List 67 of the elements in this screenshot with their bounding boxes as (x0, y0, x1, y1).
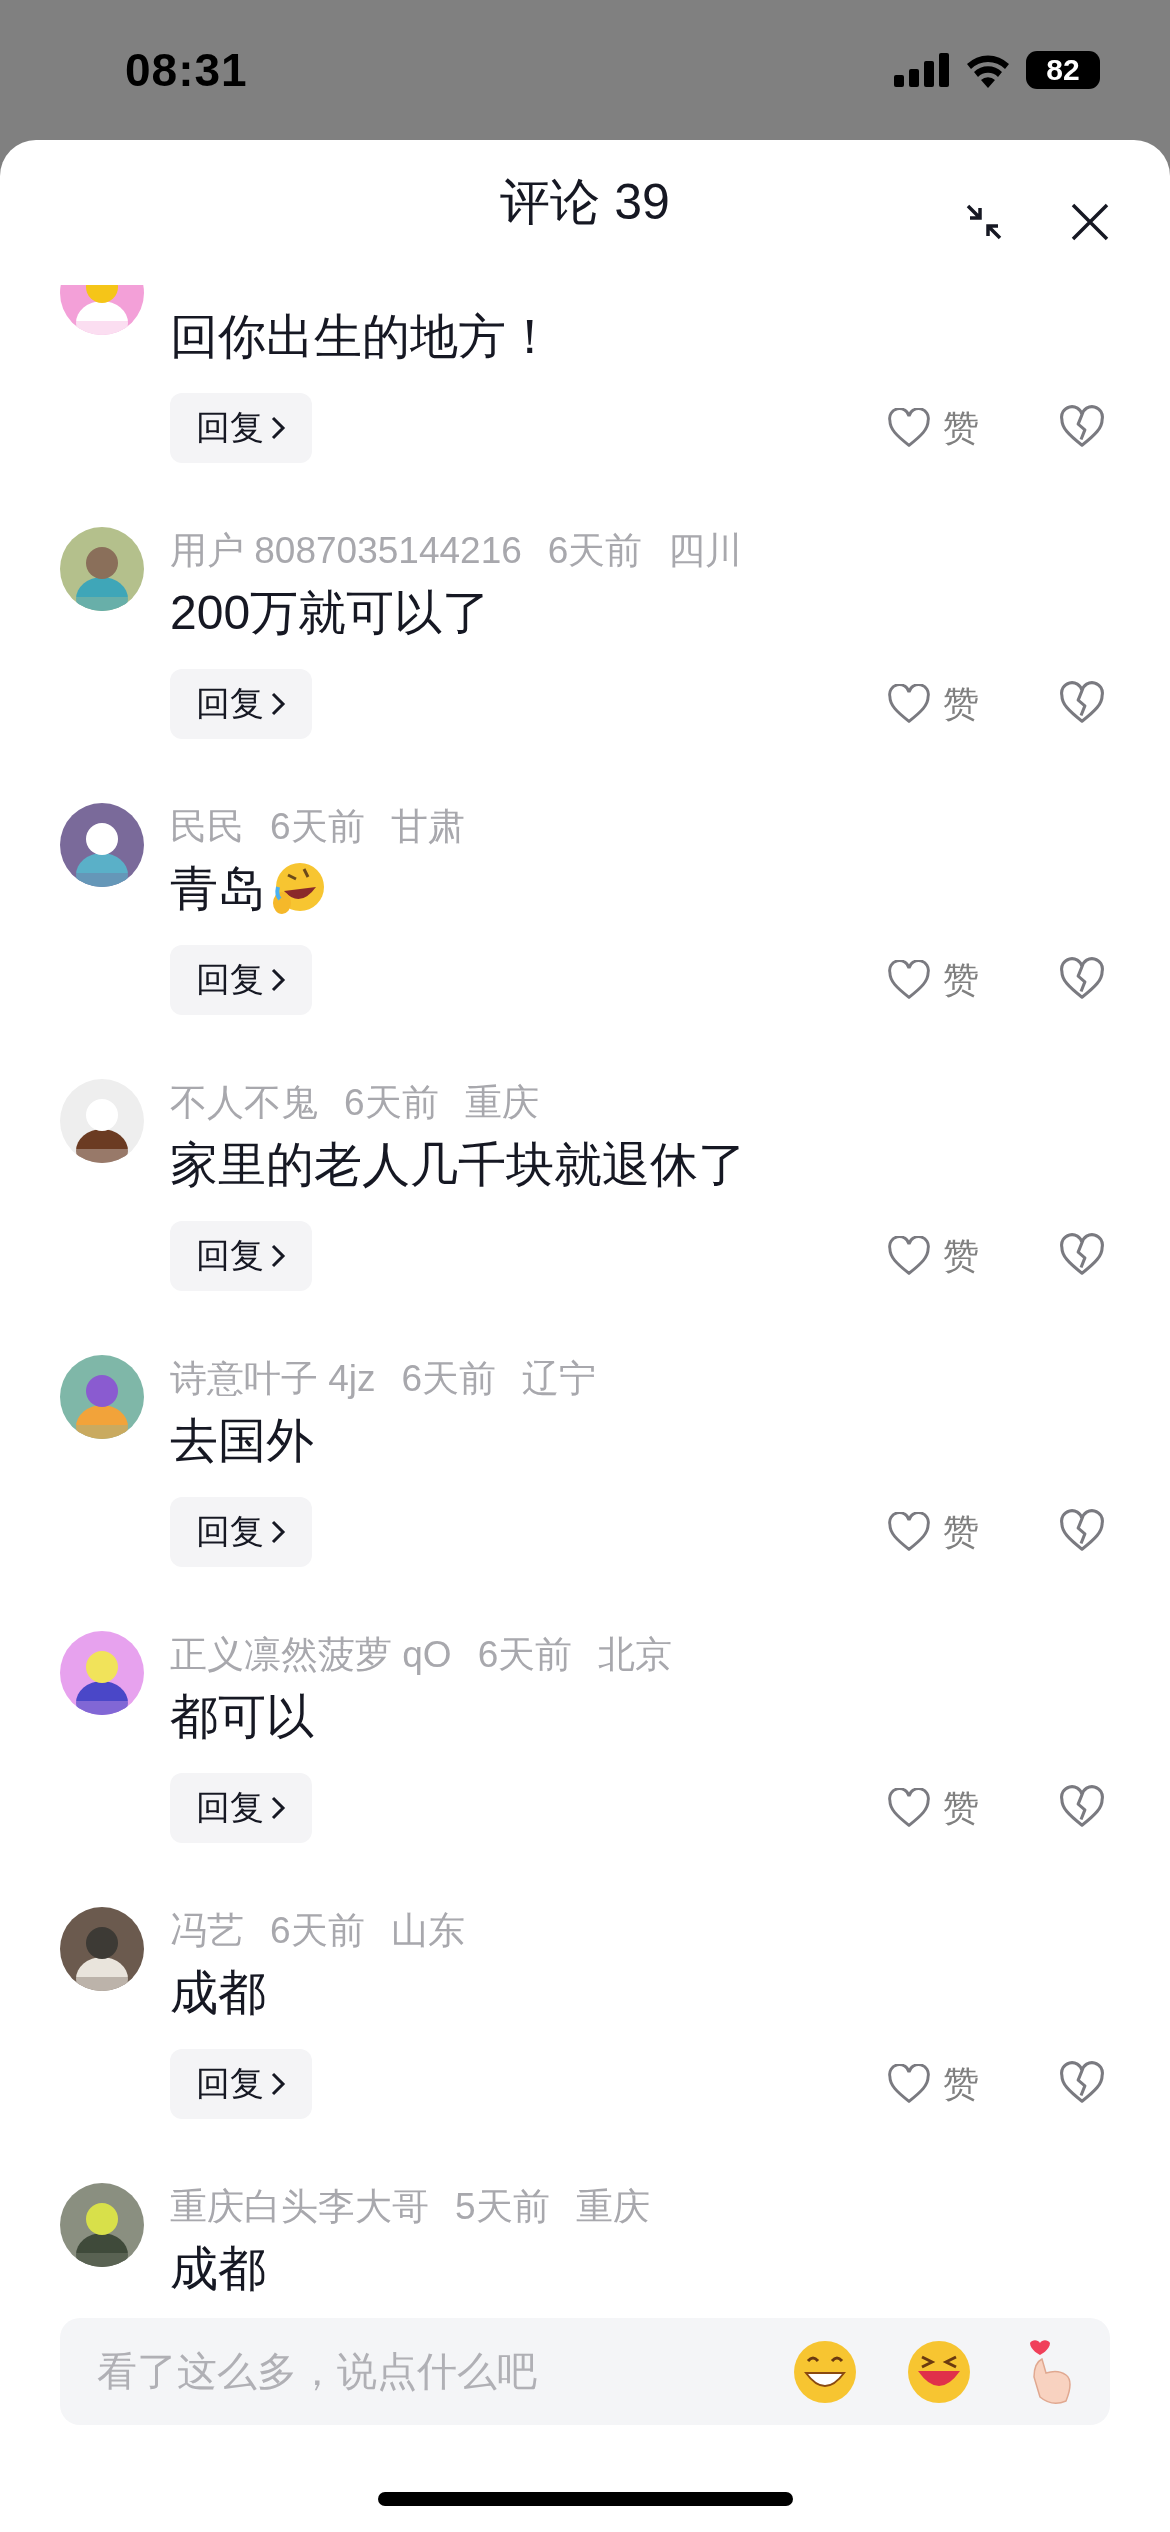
comment-text: 回你出生的地方！ (170, 309, 554, 365)
reply-button[interactable]: 回复 (170, 393, 312, 463)
heart-icon (887, 684, 931, 724)
like-button[interactable]: 赞 (887, 955, 979, 1005)
comment-time: 6天前 (344, 1081, 439, 1125)
username[interactable]: 不人不鬼 (170, 1078, 318, 1128)
username[interactable]: 冯艺 (170, 1906, 244, 1956)
reply-button[interactable]: 回复 (170, 2049, 312, 2119)
like-button[interactable]: 赞 (887, 403, 979, 453)
status-time: 08:31 (125, 43, 248, 97)
reply-button[interactable]: 回复 (170, 1773, 312, 1843)
comment-location: 重庆 (575, 2185, 650, 2229)
heart-icon (887, 1236, 931, 1276)
chevron-icon (270, 691, 286, 717)
heart-icon (887, 1512, 931, 1552)
grinning-emoji-icon[interactable] (792, 2338, 858, 2405)
comment-text: 200万就可以了 (170, 585, 491, 641)
comment-location: 四川 (668, 529, 743, 573)
comment-time: 6天前 (401, 1357, 497, 1401)
username[interactable]: 诗意叶子 4jz (170, 1354, 376, 1404)
comment-location: 山东 (390, 1909, 465, 1953)
comment-location: 北京 (598, 1633, 673, 1677)
comment-location: 辽宁 (522, 1357, 597, 1401)
comment-location: 重庆 (464, 1081, 539, 1125)
like-button[interactable]: 赞 (887, 679, 979, 729)
username[interactable]: 重庆白头李大哥 (170, 2182, 429, 2232)
heart-icon (887, 2064, 931, 2104)
chevron-icon (270, 1519, 286, 1545)
like-button[interactable]: 赞 (887, 1507, 979, 1557)
reply-button[interactable]: 回复 (170, 669, 312, 739)
comment-location: 甘肃 (390, 805, 465, 849)
sheet-title: 评论 39 (500, 173, 670, 232)
close-icon[interactable] (1070, 202, 1110, 242)
comment-text: 青岛 (170, 861, 266, 917)
signal-icon (894, 53, 950, 87)
collapse-icon[interactable] (964, 202, 1004, 242)
battery-indicator: 82 (1026, 51, 1100, 89)
chevron-icon (270, 1795, 286, 1821)
reply-button[interactable]: 回复 (170, 1497, 312, 1567)
comment-time: 6天前 (270, 805, 365, 849)
heart-icon (887, 960, 931, 1000)
username[interactable]: 正义凛然菠萝 qO (170, 1630, 452, 1680)
chevron-icon (270, 2071, 286, 2097)
comment-text: 去国外 (170, 1413, 314, 1469)
username[interactable]: 民民 (170, 802, 244, 852)
comment-text: 成都 (170, 1965, 266, 2021)
heart-icon (887, 408, 931, 448)
like-button[interactable]: 赞 (887, 1783, 979, 1833)
username[interactable]: 用户 8087035144216 (170, 526, 522, 576)
chevron-icon (270, 967, 286, 993)
comment-text: 都可以 (170, 1689, 314, 1745)
chevron-icon (270, 415, 286, 441)
comment-text: 家里的老人几千块就退休了 (170, 1137, 746, 1193)
comment-input[interactable]: 看了这么多，说点什么吧 (60, 2318, 1110, 2425)
heart-icon (887, 1788, 931, 1828)
comment-text: 成都 (170, 2241, 266, 2297)
like-button[interactable]: 赞 (887, 1231, 979, 1281)
comment-time: 6天前 (270, 1909, 365, 1953)
reply-button[interactable]: 回复 (170, 1221, 312, 1291)
wifi-icon (964, 52, 1012, 88)
like-button[interactable]: 赞 (887, 2059, 979, 2109)
comment-time: 5天前 (455, 2185, 550, 2229)
laughing-emoji-icon[interactable] (906, 2338, 972, 2405)
comment-time: 6天前 (547, 529, 643, 573)
chevron-icon (270, 1243, 286, 1269)
reply-button[interactable]: 回复 (170, 945, 312, 1015)
comment-time: 6天前 (477, 1633, 573, 1677)
